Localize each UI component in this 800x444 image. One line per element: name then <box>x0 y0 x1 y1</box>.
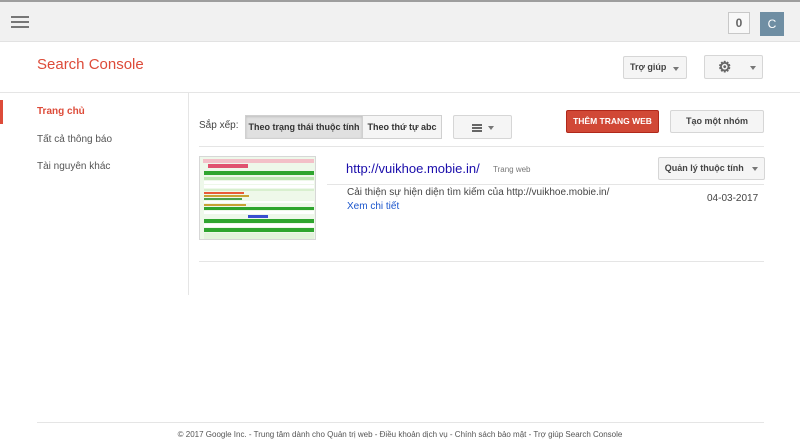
view-mode-button[interactable] <box>453 115 512 139</box>
view-details-link[interactable]: Xem chi tiết <box>347 201 399 212</box>
sort-by-status-button[interactable]: Theo trạng thái thuộc tính <box>245 115 363 139</box>
chevron-down-icon <box>673 67 679 71</box>
site-url-link[interactable]: http://vuikhoe.mobie.in/ <box>346 161 480 176</box>
sort-label: Sắp xếp: <box>199 120 239 131</box>
settings-button[interactable]: ⚙ <box>704 55 763 79</box>
manage-property-label: Quản lý thuộc tính <box>664 163 744 173</box>
footer-links[interactable]: © 2017 Google Inc. - Trung tâm dành cho … <box>0 430 800 439</box>
header-divider <box>0 92 800 93</box>
help-button-label: Trợ giúp <box>630 62 667 72</box>
site-thumbnail-image <box>200 157 315 239</box>
site-type-label: Trang web <box>493 165 531 174</box>
site-message: Cải thiện sự hiện diện tìm kiếm của http… <box>347 187 610 198</box>
chevron-down-icon <box>750 66 756 70</box>
list-top-divider <box>199 146 764 147</box>
sidebar-item-all-messages[interactable]: Tất cả thông báo <box>37 134 112 145</box>
menu-icon[interactable] <box>11 16 29 31</box>
chevron-down-icon <box>752 166 759 171</box>
site-thumbnail[interactable] <box>199 156 316 240</box>
message-date: 04-03-2017 <box>707 193 759 204</box>
manage-property-button[interactable]: Quản lý thuộc tính <box>658 157 765 180</box>
list-view-icon <box>472 124 482 133</box>
sidebar-item-other-resources[interactable]: Tài nguyên khác <box>37 161 110 172</box>
footer-divider <box>37 422 764 423</box>
sort-alphabetical-button[interactable]: Theo thứ tự abc <box>363 115 442 139</box>
chevron-down-icon <box>488 126 494 130</box>
sidebar-divider <box>188 93 189 295</box>
top-bar: 0 C <box>0 0 800 42</box>
page-title: Search Console <box>37 56 144 73</box>
message-divider <box>327 184 764 185</box>
sidebar-item-home[interactable]: Trang chủ <box>37 106 85 117</box>
avatar[interactable]: C <box>760 12 784 36</box>
add-site-button[interactable]: THÊM TRANG WEB <box>566 110 659 133</box>
list-bottom-divider <box>199 261 764 262</box>
active-indicator <box>0 100 3 124</box>
notifications-button[interactable]: 0 <box>728 12 750 34</box>
create-group-button[interactable]: Tạo một nhóm <box>670 110 764 133</box>
gear-icon: ⚙ <box>718 59 732 76</box>
help-button[interactable]: Trợ giúp <box>623 56 687 79</box>
